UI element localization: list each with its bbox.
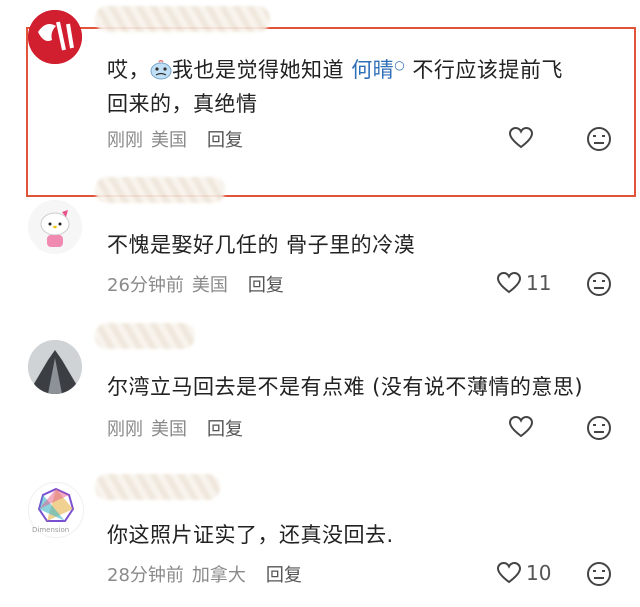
username-blurred bbox=[95, 323, 195, 349]
username-blurred bbox=[95, 177, 225, 203]
location: 美国 bbox=[151, 130, 187, 151]
heart-outline-icon bbox=[508, 126, 534, 149]
username-blurred bbox=[95, 474, 220, 500]
like-button[interactable]: 11 bbox=[496, 271, 551, 295]
timestamp: 26分钟前 bbox=[107, 275, 184, 296]
comment-text: 你这照片证实了，还真没回去. bbox=[107, 523, 394, 547]
search-icon: ○ bbox=[394, 58, 406, 72]
avatar-label: Dimension bbox=[32, 526, 70, 534]
neutral-face-icon[interactable] bbox=[586, 561, 612, 587]
heart-outline-icon bbox=[496, 271, 522, 294]
timestamp: 刚刚 bbox=[107, 419, 143, 440]
dark-photo-avatar-icon bbox=[28, 340, 82, 394]
like-count: 11 bbox=[526, 271, 552, 295]
avatar[interactable] bbox=[28, 200, 82, 254]
comment-text: 哎， 我也是觉得她知道 何晴○ 不行应该提前飞 回来的，真绝情 bbox=[107, 56, 563, 116]
location: 美国 bbox=[151, 419, 187, 440]
comment-text: 不愧是娶好几任的 骨子里的冷漠 bbox=[107, 233, 416, 257]
heart-outline-icon bbox=[508, 415, 534, 438]
comment-meta: 刚刚 美国 回复 bbox=[107, 126, 243, 152]
avatar[interactable] bbox=[28, 340, 82, 394]
reply-button[interactable]: 回复 bbox=[207, 415, 243, 441]
location: 美国 bbox=[191, 275, 228, 296]
like-button[interactable]: 10 bbox=[496, 561, 551, 585]
avatar[interactable] bbox=[28, 10, 82, 64]
comment-meta: 刚刚 美国 回复 bbox=[107, 415, 243, 441]
neutral-face-icon[interactable] bbox=[586, 271, 612, 297]
like-button[interactable] bbox=[508, 126, 538, 150]
crying-face-emoji bbox=[150, 56, 172, 80]
like-button[interactable] bbox=[508, 415, 538, 439]
reply-button[interactable]: 回复 bbox=[248, 271, 284, 297]
location: 加拿大 bbox=[191, 565, 246, 586]
comment-1: 哎， 我也是觉得她知道 何晴○ 不行应该提前飞 回来的，真绝情 刚刚 美国 回复 bbox=[0, 0, 640, 200]
username-blurred bbox=[95, 6, 270, 32]
neutral-face-icon[interactable] bbox=[586, 126, 612, 152]
reply-button[interactable]: 回复 bbox=[207, 126, 243, 152]
comment-meta: 26分钟前 美国 回复 bbox=[107, 271, 284, 297]
kitty-avatar-icon bbox=[28, 200, 82, 254]
comment-meta: 28分钟前 加拿大 回复 bbox=[107, 561, 302, 587]
like-count: 10 bbox=[526, 561, 552, 585]
timestamp: 28分钟前 bbox=[107, 565, 184, 586]
mention-link[interactable]: 何晴 bbox=[351, 58, 394, 82]
neutral-face-icon[interactable] bbox=[586, 415, 612, 441]
brand-logo-icon bbox=[28, 10, 82, 64]
reply-button[interactable]: 回复 bbox=[266, 561, 302, 587]
heart-outline-icon bbox=[496, 561, 522, 584]
comment-text: 尔湾立马回去是不是有点难 (没有说不薄情的意思) bbox=[107, 375, 584, 399]
timestamp: 刚刚 bbox=[107, 130, 143, 151]
